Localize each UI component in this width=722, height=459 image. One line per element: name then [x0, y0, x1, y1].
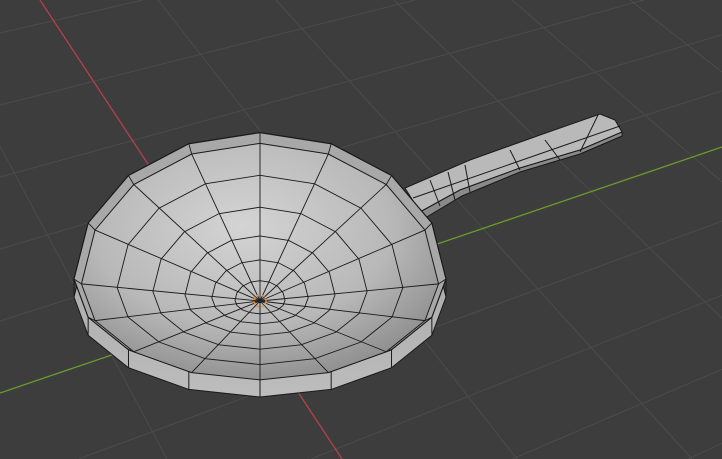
pan-body[interactable]: [73, 131, 447, 398]
3d-viewport[interactable]: [0, 0, 722, 459]
handle-edge: [412, 125, 621, 199]
grid-line: [629, 0, 722, 73]
pan-handle[interactable]: [404, 113, 623, 219]
grid-line: [0, 0, 416, 106]
grid-line: [0, 0, 143, 34]
grid-line: [512, 368, 722, 459]
viewport-canvas[interactable]: [0, 0, 722, 459]
grid-line: [687, 442, 722, 459]
